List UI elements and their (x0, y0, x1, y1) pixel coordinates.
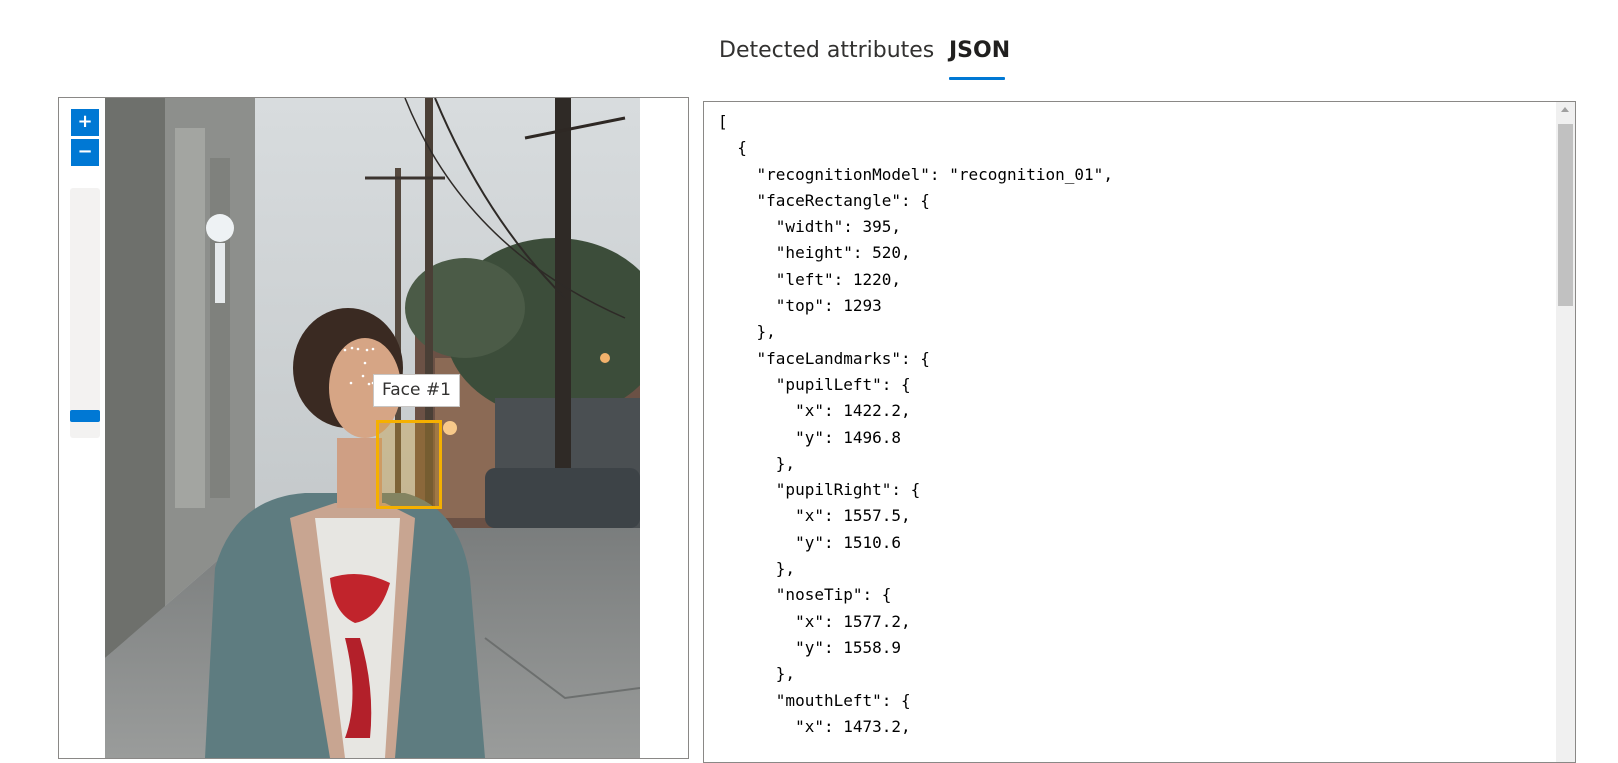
zoom-slider-track[interactable] (70, 188, 100, 438)
json-line: }, (718, 322, 776, 342)
json-line: }, (718, 559, 796, 579)
json-line: [ (718, 112, 728, 131)
face-bounding-box[interactable] (376, 420, 442, 509)
json-line: "x": 1473.2, (718, 716, 911, 736)
json-line: "width": 395, (718, 217, 902, 237)
json-line: "x": 1557.5, (718, 506, 911, 526)
tab-detected-attributes[interactable]: Detected attributes (719, 38, 934, 63)
json-line: }, (718, 664, 796, 684)
json-line: "y": 1510.6 (718, 532, 902, 552)
zoom-slider-thumb[interactable] (70, 410, 100, 422)
json-line: { (718, 138, 747, 158)
json-line: "x": 1577.2, (718, 611, 911, 631)
json-line: "x": 1422.2, (718, 401, 911, 421)
json-line: "pupilRight": { (718, 480, 921, 500)
zoom-out-button[interactable]: − (71, 139, 99, 166)
json-line: "pupilLeft": { (718, 374, 911, 394)
json-line: "height": 520, (718, 243, 911, 263)
json-line: "mouthLeft": { (718, 690, 911, 710)
json-output-panel[interactable]: [ { "recognitionModel": "recognition_01"… (703, 101, 1576, 763)
tab-bar: Detected attributes JSON (0, 30, 1618, 80)
json-line: "left": 1220, (718, 269, 902, 289)
scrollbar-thumb[interactable] (1558, 124, 1573, 306)
json-text: [ { "recognitionModel": "recognition_01"… (718, 109, 1113, 740)
zoom-in-button[interactable]: + (71, 109, 99, 136)
json-line: "y": 1558.9 (718, 637, 902, 657)
json-line: "y": 1496.8 (718, 427, 902, 447)
scroll-up-icon[interactable] (1561, 107, 1569, 112)
face-label: Face #1 (373, 374, 460, 407)
json-line: "top": 1293 (718, 296, 882, 316)
json-line: "noseTip": { (718, 585, 892, 605)
image-viewer: Face #1 + − (58, 97, 689, 759)
json-line: }, (718, 453, 796, 473)
analyzed-photo (105, 98, 640, 758)
json-line: "recognitionModel": "recognition_01", (718, 164, 1113, 184)
json-line: "faceLandmarks": { (718, 348, 930, 368)
tab-json[interactable]: JSON (949, 38, 1010, 63)
active-tab-indicator (949, 77, 1005, 80)
json-line: "faceRectangle": { (718, 190, 930, 210)
vertical-scrollbar[interactable] (1556, 102, 1575, 762)
